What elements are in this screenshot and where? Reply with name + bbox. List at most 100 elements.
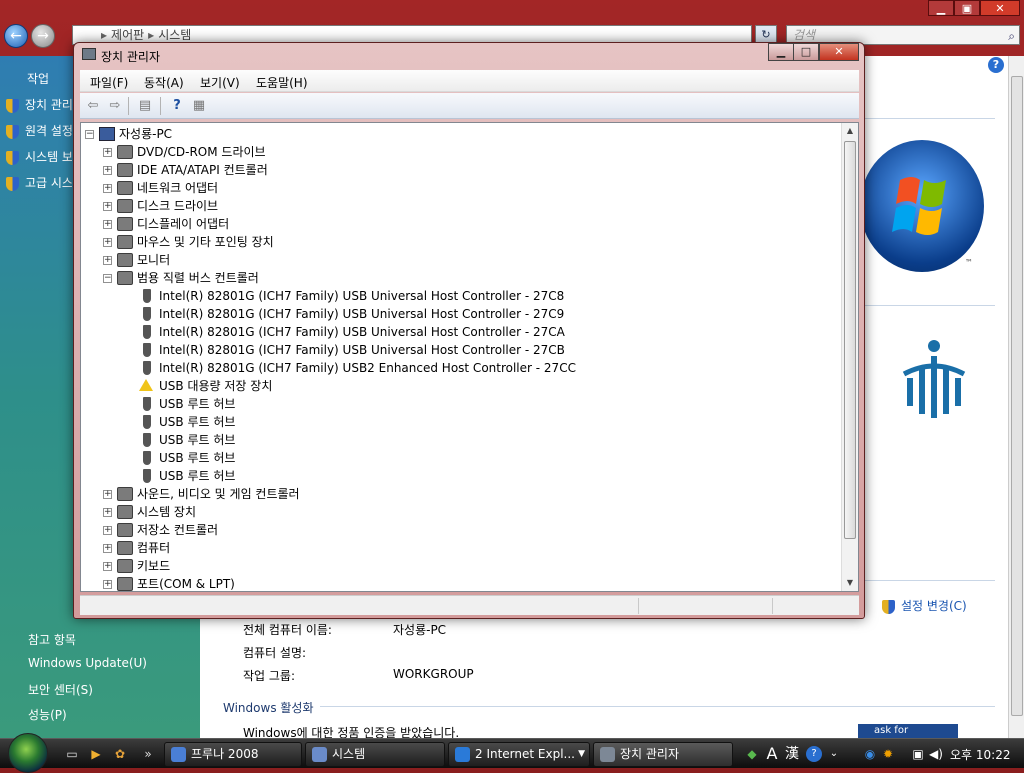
tree-category[interactable]: 모니터 [137,251,170,269]
expand-icon[interactable]: + [103,490,112,499]
minimize-button[interactable]: ▁ [928,0,954,16]
usb-plug-icon [143,343,151,357]
expand-icon[interactable]: + [103,508,112,517]
tree-category[interactable]: 포트(COM & LPT) [137,575,235,591]
task-remote-settings[interactable]: 원격 설정 [6,122,72,139]
scroll-up-icon[interactable]: ▲ [844,125,856,137]
help-icon[interactable]: ? [988,57,1004,73]
menu-view[interactable]: 보기(V) [200,74,240,91]
expand-icon[interactable]: + [103,580,112,589]
tree-category[interactable]: DVD/CD-ROM 드라이브 [137,143,266,161]
collapse-icon[interactable]: − [85,130,94,139]
help-icon[interactable]: ? [168,97,186,115]
network-status-icon[interactable]: ▣ [910,746,926,762]
tree-category[interactable]: IDE ATA/ATAPI 컨트롤러 [137,161,268,179]
minimize-button[interactable]: ▁ [768,43,794,61]
menu-file[interactable]: 파일(F) [90,74,128,91]
volume-icon[interactable]: ◀) [928,746,944,762]
tree-device[interactable]: USB 루트 허브 [159,431,235,449]
scrollbar-thumb[interactable] [1011,76,1023,716]
expand-icon[interactable]: + [103,562,112,571]
tree-root[interactable]: 자성룡-PC [119,125,172,143]
tree-category[interactable]: 컴퓨터 [137,539,170,557]
device-tree[interactable]: − 자성룡-PC + DVD/CD-ROM 드라이브 + IDE ATA/ATAPI 컨트… [80,122,859,592]
expand-icon[interactable]: + [103,148,112,157]
close-button[interactable]: ✕ [819,43,859,61]
scroll-down-icon[interactable]: ▼ [844,577,856,589]
scrollbar-thumb[interactable] [844,141,856,539]
media-player-icon[interactable]: ▶ [88,746,104,762]
show-desktop-icon[interactable]: ▭ [64,746,80,762]
taskbar-system[interactable]: 시스템 [305,742,445,767]
clock[interactable]: 오후 10:22 [950,746,1010,763]
taskbar-pruna[interactable]: 프루나 2008 [164,742,302,767]
maximize-button[interactable]: □ [793,43,819,61]
breadcrumb-system[interactable]: 시스템 [158,28,191,42]
tree-category-usb[interactable]: 범용 직렬 버스 컨트롤러 [137,269,259,287]
taskbar-internet-explorer[interactable]: 2 Internet Expl... ▼ [448,742,590,767]
tree-category[interactable]: 사운드, 비디오 및 게임 컨트롤러 [137,485,300,503]
properties-icon[interactable]: ▦ [190,97,208,115]
language-bar-icon[interactable]: ◆ [744,746,760,762]
content-scrollbar[interactable] [1008,56,1024,738]
tree-category[interactable]: 시스템 장치 [137,503,196,521]
expand-icon[interactable]: + [103,256,112,265]
ime-options-icon[interactable]: ⌄ [826,746,842,762]
tree-device[interactable]: USB 대용량 저장 장치 [159,377,272,395]
link-windows-update[interactable]: Windows Update(U) [28,656,147,670]
task-device-manager[interactable]: 장치 관리자 [6,96,72,113]
help-icon[interactable]: ? [806,746,822,762]
tree-device[interactable]: USB 루트 허브 [159,395,235,413]
change-settings-link[interactable]: 설정 변경(C) [882,597,967,614]
taskbar-device-manager[interactable]: 장치 관리자 [593,742,733,767]
tree-category[interactable]: 키보드 [137,557,170,575]
tree-device[interactable]: Intel(R) 82801G (ICH7 Family) USB Univer… [159,323,565,341]
tasks-heading: 작업 [27,72,50,86]
expand-icon[interactable]: + [103,166,112,175]
close-button[interactable]: ✕ [980,0,1020,16]
task-system-protection[interactable]: 시스템 보호 [6,148,72,165]
tree-category[interactable]: 디스플레이 어댑터 [137,215,229,233]
tree-device[interactable]: Intel(R) 82801G (ICH7 Family) USB2 Enhan… [159,359,576,377]
link-security-center[interactable]: 보안 센터(S) [28,681,93,698]
forward-arrow-icon[interactable]: ⇨ [106,97,124,115]
expand-icon[interactable]: + [103,544,112,553]
menu-action[interactable]: 동작(A) [144,74,184,91]
expand-icon[interactable]: + [103,184,112,193]
ime-mode-a[interactable]: A [764,746,780,762]
ask-for-genuine-badge[interactable]: ask for [858,724,958,738]
tree-device[interactable]: Intel(R) 82801G (ICH7 Family) USB Univer… [159,341,565,359]
tree-category[interactable]: 저장소 컨트롤러 [137,521,218,539]
back-button[interactable]: ← [4,24,28,48]
breadcrumb-control-panel[interactable]: 제어판 [111,28,144,42]
tree-device[interactable]: Intel(R) 82801G (ICH7 Family) USB Univer… [159,287,564,305]
usb-plug-icon [143,451,151,465]
start-button[interactable] [8,733,48,773]
forward-button[interactable]: → [31,24,55,48]
back-arrow-icon[interactable]: ⇦ [84,97,102,115]
expand-icon[interactable]: + [103,202,112,211]
tree-scrollbar[interactable]: ▲ ▼ [841,123,858,591]
expand-icon[interactable]: + [103,238,112,247]
menu-help[interactable]: 도움말(H) [256,74,308,91]
expand-icon[interactable]: + [103,220,112,229]
tree-device[interactable]: USB 루트 허브 [159,467,235,485]
tree-device[interactable]: Intel(R) 82801G (ICH7 Family) USB Univer… [159,305,564,323]
tree-device[interactable]: USB 루트 허브 [159,449,235,467]
tree-device[interactable]: USB 루트 허브 [159,413,235,431]
collapse-icon[interactable]: − [103,274,112,283]
link-performance[interactable]: 성능(P) [28,706,67,723]
maximize-button[interactable]: ▣ [954,0,980,16]
tree-category[interactable]: 디스크 드라이브 [137,197,218,215]
security-alert-icon[interactable]: ✹ [880,746,896,762]
app-launcher-icon[interactable]: ✿ [112,746,128,762]
ime-hanja[interactable]: 漢 [784,746,800,762]
quicklaunch-more-icon[interactable]: » [140,746,156,762]
network-globe-icon[interactable]: ◉ [862,746,878,762]
tree-category[interactable]: 마우스 및 기타 포인팅 장치 [137,233,274,251]
expand-icon[interactable]: + [103,526,112,535]
task-advanced-settings[interactable]: 고급 시스템 설정 [6,174,72,191]
search-icon[interactable]: ⌕ [1008,27,1015,45]
show-hide-tree-icon[interactable]: ▤ [136,97,154,115]
tree-category[interactable]: 네트워크 어댑터 [137,179,218,197]
